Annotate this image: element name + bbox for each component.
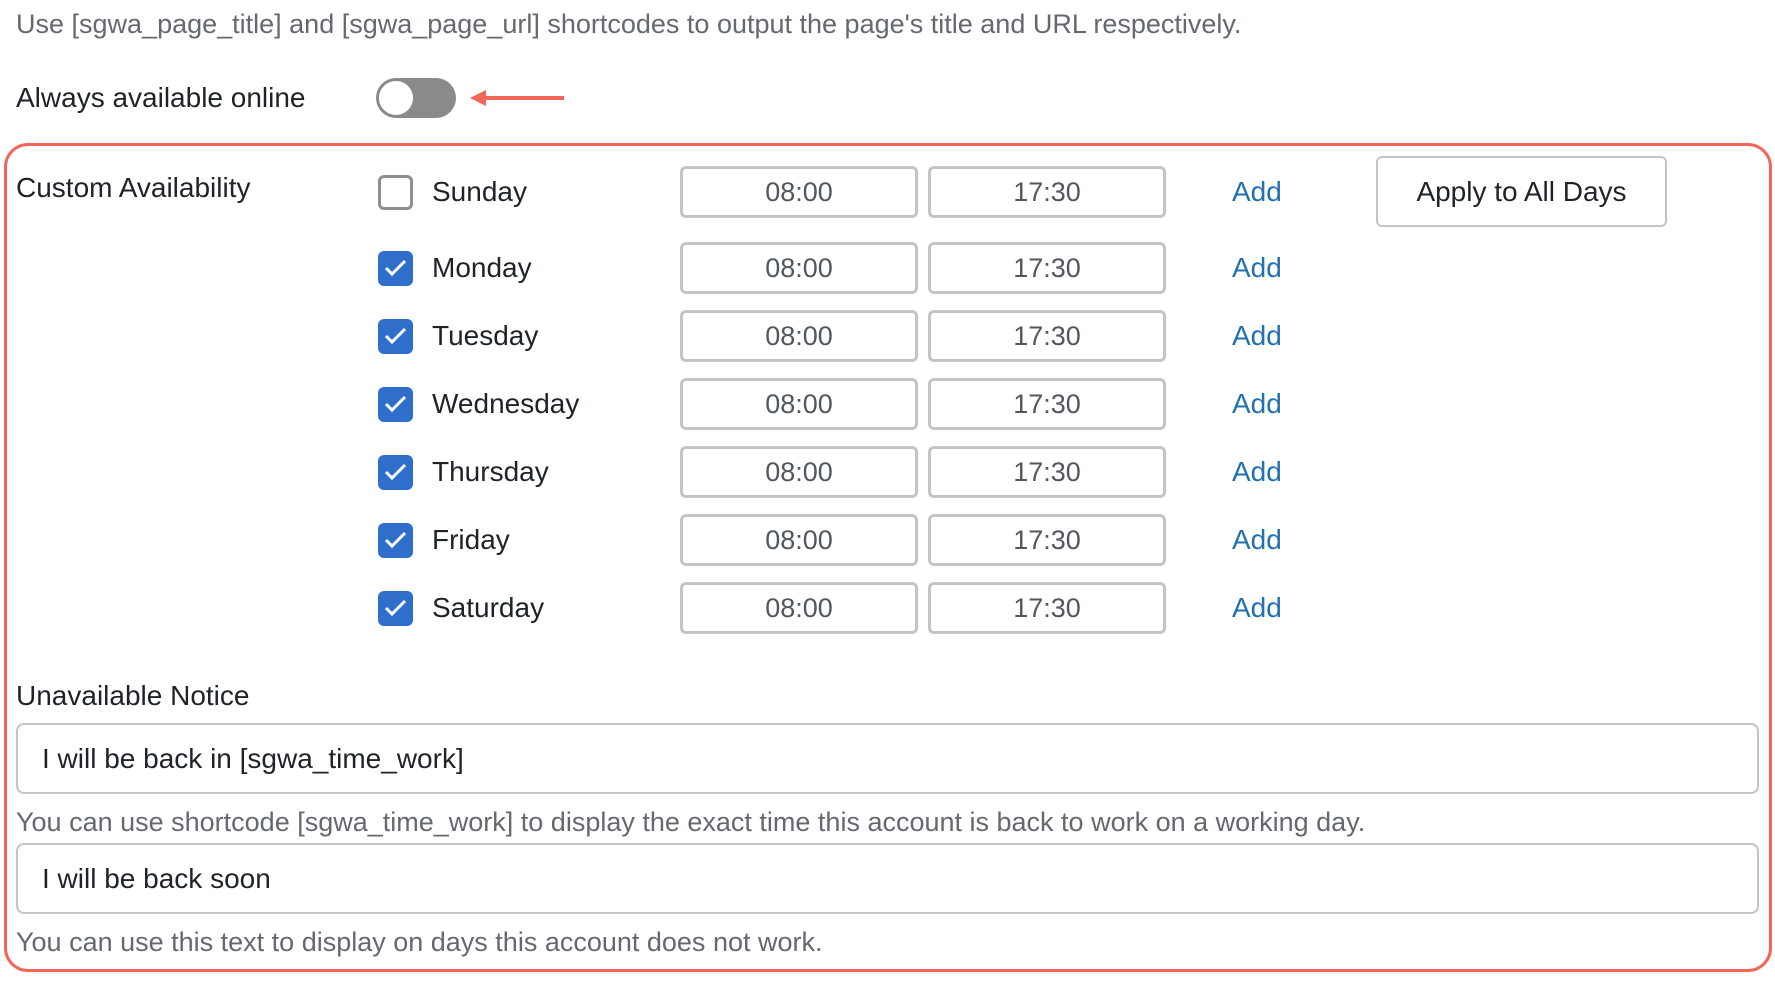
day-row-sunday: Sunday 08:00 17:30 Add: [378, 166, 1282, 218]
off-day-notice-help: You can use this text to display on days…: [16, 927, 823, 957]
always-online-label: Always available online: [16, 82, 306, 113]
always-online-toggle[interactable]: [376, 78, 456, 118]
day-checkbox[interactable]: [378, 455, 413, 490]
day-label: Saturday: [432, 592, 545, 623]
day-checkbox[interactable]: [378, 175, 413, 210]
add-time-slot-link[interactable]: Add: [1232, 456, 1282, 488]
add-time-slot-link[interactable]: Add: [1232, 592, 1282, 624]
start-time-input[interactable]: 08:00: [680, 378, 918, 430]
checkmark-icon: [384, 599, 407, 617]
custom-availability-label: Custom Availability: [16, 172, 251, 203]
day-checkbox[interactable]: [378, 387, 413, 422]
day-checkbox[interactable]: [378, 319, 413, 354]
toggle-knob: [377, 79, 415, 117]
end-time-input[interactable]: 17:30: [928, 166, 1166, 218]
end-time-input[interactable]: 17:30: [928, 514, 1166, 566]
day-row-wednesday: Wednesday 08:00 17:30 Add: [378, 378, 1282, 430]
end-time-input[interactable]: 17:30: [928, 378, 1166, 430]
day-row-friday: Friday 08:00 17:30 Add: [378, 514, 1282, 566]
day-row-saturday: Saturday 08:00 17:30 Add: [378, 582, 1282, 634]
day-row-tuesday: Tuesday 08:00 17:30 Add: [378, 310, 1282, 362]
day-label: Thursday: [432, 456, 549, 487]
day-checkbox[interactable]: [378, 523, 413, 558]
add-time-slot-link[interactable]: Add: [1232, 524, 1282, 556]
day-label: Wednesday: [432, 388, 580, 419]
annotation-arrow-icon: [470, 90, 564, 106]
working-day-notice-input[interactable]: I will be back in [sgwa_time_work]: [16, 723, 1759, 794]
start-time-input[interactable]: 08:00: [680, 242, 918, 294]
day-checkbox[interactable]: [378, 591, 413, 626]
end-time-input[interactable]: 17:30: [928, 242, 1166, 294]
day-label: Friday: [432, 524, 510, 555]
checkmark-icon: [384, 259, 407, 277]
start-time-input[interactable]: 08:00: [680, 166, 918, 218]
day-row-thursday: Thursday 08:00 17:30 Add: [378, 446, 1282, 498]
day-label: Monday: [432, 252, 532, 283]
add-time-slot-link[interactable]: Add: [1232, 176, 1282, 208]
add-time-slot-link[interactable]: Add: [1232, 388, 1282, 420]
start-time-input[interactable]: 08:00: [680, 514, 918, 566]
checkmark-icon: [384, 531, 407, 549]
working-day-notice-help: You can use shortcode [sgwa_time_work] t…: [16, 807, 1366, 837]
day-label: Sunday: [432, 176, 527, 207]
start-time-input[interactable]: 08:00: [680, 446, 918, 498]
end-time-input[interactable]: 17:30: [928, 446, 1166, 498]
checkmark-icon: [384, 327, 407, 345]
day-row-monday: Monday 08:00 17:30 Add: [378, 242, 1282, 294]
day-label: Tuesday: [432, 320, 539, 351]
add-time-slot-link[interactable]: Add: [1232, 252, 1282, 284]
start-time-input[interactable]: 08:00: [680, 582, 918, 634]
day-checkbox[interactable]: [378, 251, 413, 286]
end-time-input[interactable]: 17:30: [928, 582, 1166, 634]
start-time-input[interactable]: 08:00: [680, 310, 918, 362]
checkmark-icon: [384, 463, 407, 481]
add-time-slot-link[interactable]: Add: [1232, 320, 1282, 352]
unavailable-notice-label: Unavailable Notice: [16, 680, 250, 711]
shortcode-description: Use [sgwa_page_title] and [sgwa_page_url…: [16, 9, 1242, 39]
checkmark-icon: [384, 395, 407, 413]
off-day-notice-input[interactable]: I will be back soon: [16, 843, 1759, 914]
apply-to-all-days-button[interactable]: Apply to All Days: [1376, 156, 1667, 227]
end-time-input[interactable]: 17:30: [928, 310, 1166, 362]
